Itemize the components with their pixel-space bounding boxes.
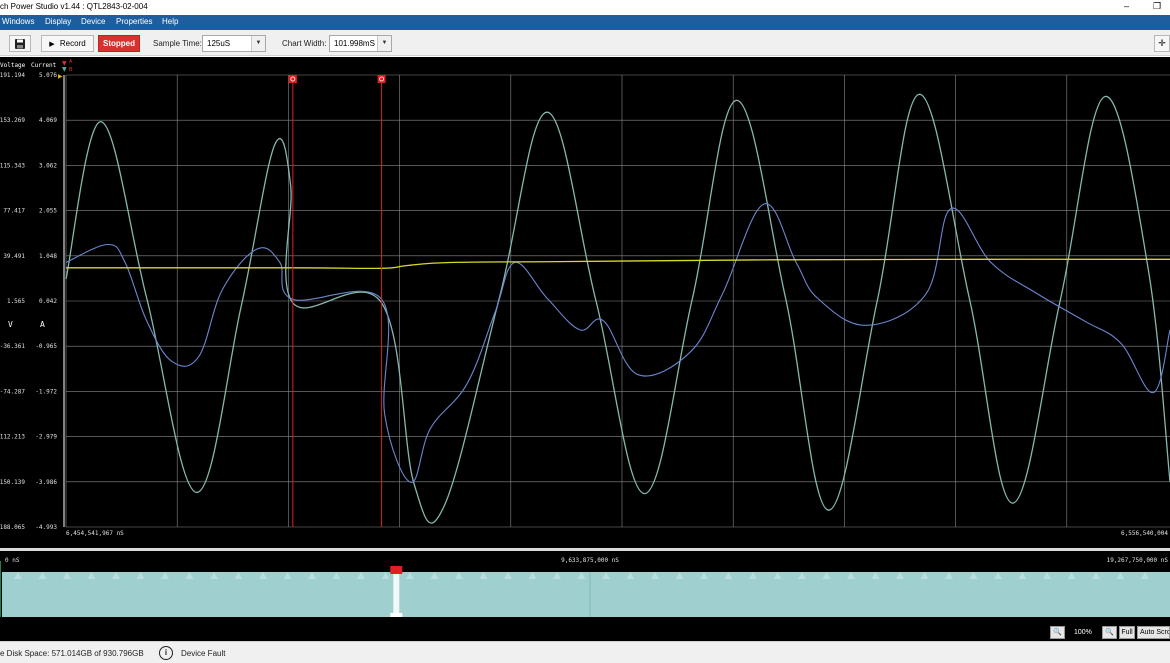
current-tick-label: -0.965 — [35, 343, 57, 350]
sample-time-value: 125uS — [207, 39, 231, 48]
menu-help[interactable]: Help — [162, 17, 178, 26]
floppy-disk-icon — [15, 39, 25, 49]
current-tick-label: 2.055 — [39, 208, 57, 215]
overview-left-label: 0 nS — [5, 557, 20, 564]
current-tick-label: 3.062 — [39, 162, 57, 169]
overview-envelope — [0, 561, 1170, 617]
info-icon: i — [159, 646, 173, 660]
zoom-in-button[interactable]: 🔍 — [1102, 626, 1117, 639]
current-trace — [65, 203, 1170, 483]
current-tick-label: -4.993 — [35, 524, 57, 531]
current-tick-label: -2.979 — [35, 434, 57, 441]
current-tick-label: -3.986 — [35, 479, 57, 486]
full-button[interactable]: Full — [1119, 626, 1135, 639]
current-tick-label: 4.069 — [39, 117, 57, 124]
restore-button[interactable]: ❐ — [1153, 1, 1161, 12]
chart-grid — [63, 74, 1170, 528]
save-button[interactable] — [9, 35, 31, 52]
waveform-plot[interactable]: Voltage Current V A 6,454,541,967 nS 6,5… — [0, 57, 1170, 548]
zoom-level: 100% — [1074, 629, 1092, 636]
voltage-tick-label: 77.417 — [3, 208, 25, 215]
current-axis-header: Current — [31, 62, 57, 69]
record-label: Record — [59, 39, 86, 48]
marker-b-glyph: ▼ — [62, 66, 67, 73]
minimize-button[interactable]: – — [1124, 1, 1129, 11]
overview-mid-label: 9,633,875,000 nS — [561, 557, 619, 564]
chevron-down-icon[interactable]: ▼ — [251, 36, 265, 51]
current-tick-label: 1.048 — [39, 253, 57, 260]
voltage-tick-label: -150.139 — [0, 479, 25, 486]
chevron-down-icon[interactable]: ▼ — [377, 36, 391, 51]
marker-b-label: B — [69, 67, 73, 73]
record-button[interactable]: ▶ Record — [41, 35, 94, 52]
cursor-handle[interactable] — [377, 75, 386, 83]
disk-space-status: e Disk Space: 571.014GB of 930.796GB — [0, 649, 144, 658]
current-tick-label: -1.972 — [35, 388, 57, 395]
window-title: ch Power Studio v1.44 : QTL2843-02-004 — [0, 2, 148, 11]
menu-bar: Windows Display Device Properties Help — [0, 15, 1170, 30]
current-tick-label: 5.076 — [39, 72, 57, 79]
overview-strip[interactable]: 0 nS 9,633,875,000 nS 19,267,750,000 nS — [0, 551, 1170, 624]
marker-origin-glyph: ▶ — [58, 73, 63, 80]
zoom-out-icon: 🔍 — [1053, 629, 1062, 636]
device-fault-status: Device Fault — [181, 649, 226, 658]
menu-windows[interactable]: Windows — [2, 17, 34, 26]
marker-a-label: A — [69, 59, 73, 65]
x-end-label: 6,556,540,004 — [1121, 530, 1168, 537]
title-bar: ch Power Studio v1.44 : QTL2843-02-004 –… — [0, 0, 1170, 15]
sample-time-select[interactable]: 125uS ▼ — [202, 35, 266, 52]
menu-display[interactable]: Display — [45, 17, 71, 26]
voltage-tick-label: 153.269 — [0, 117, 25, 124]
chart-width-label: Chart Width: — [282, 39, 327, 48]
voltage-unit: V — [8, 320, 13, 329]
overview-plot[interactable]: 0 nS 9,633,875,000 nS 19,267,750,000 nS — [0, 551, 1170, 624]
pin-button[interactable]: ✛ — [1154, 35, 1170, 52]
pin-icon: ✛ — [1158, 38, 1166, 48]
status-bar: e Disk Space: 571.014GB of 930.796GB i D… — [0, 641, 1170, 663]
overview-window-handle-bottom[interactable] — [390, 613, 403, 617]
marker-legend: ▼ A ▼ B ▶ — [58, 59, 73, 80]
voltage-tick-label: 1.565 — [7, 298, 25, 305]
voltage-tick-label: -74.287 — [0, 388, 25, 395]
voltage-trace — [65, 93, 1170, 524]
zoom-in-icon: 🔍 — [1105, 629, 1114, 636]
menu-properties[interactable]: Properties — [116, 17, 152, 26]
overview-window-handle-top[interactable] — [390, 566, 403, 574]
cursor-handle[interactable] — [288, 75, 297, 83]
chart-width-select[interactable]: 101.998mS ▼ — [329, 35, 392, 52]
voltage-tick-label: 115.343 — [0, 162, 25, 169]
overview-window-body[interactable] — [393, 572, 400, 617]
x-start-label: 6,454,541,967 nS — [66, 530, 124, 537]
voltage-axis-header: Voltage — [0, 62, 26, 69]
auto-scroll-button[interactable]: Auto Scroll — [1137, 626, 1170, 639]
current-tick-label: 0.042 — [39, 298, 57, 305]
play-icon: ▶ — [49, 41, 55, 48]
voltage-tick-label: 39.491 — [3, 253, 25, 260]
waveform-chart[interactable]: Voltage Current V A 6,454,541,967 nS 6,5… — [0, 57, 1170, 548]
sample-time-label: Sample Time: — [153, 39, 202, 48]
y-axis-labels: Voltage Current V A 6,454,541,967 nS 6,5… — [0, 62, 1168, 537]
voltage-tick-label: -36.361 — [0, 343, 25, 350]
zoom-bar: 🔍 100% 🔍 Full Auto Scroll — [0, 624, 1170, 641]
current-unit: A — [40, 320, 45, 329]
series-layer — [65, 93, 1170, 524]
voltage-tick-label: 191.194 — [0, 72, 25, 79]
toolbar: ▶ Record Stopped Sample Time: 125uS ▼ Ch… — [0, 30, 1170, 56]
voltage-tick-label: -112.213 — [0, 434, 25, 441]
menu-device[interactable]: Device — [81, 17, 105, 26]
zoom-out-button[interactable]: 🔍 — [1050, 626, 1065, 639]
chart-width-value: 101.998mS — [334, 39, 375, 48]
stopped-button[interactable]: Stopped — [98, 35, 140, 52]
power-trace — [66, 258, 1170, 270]
overview-right-label: 19,267,750,000 nS — [1107, 557, 1169, 564]
voltage-tick-label: -188.065 — [0, 524, 25, 531]
